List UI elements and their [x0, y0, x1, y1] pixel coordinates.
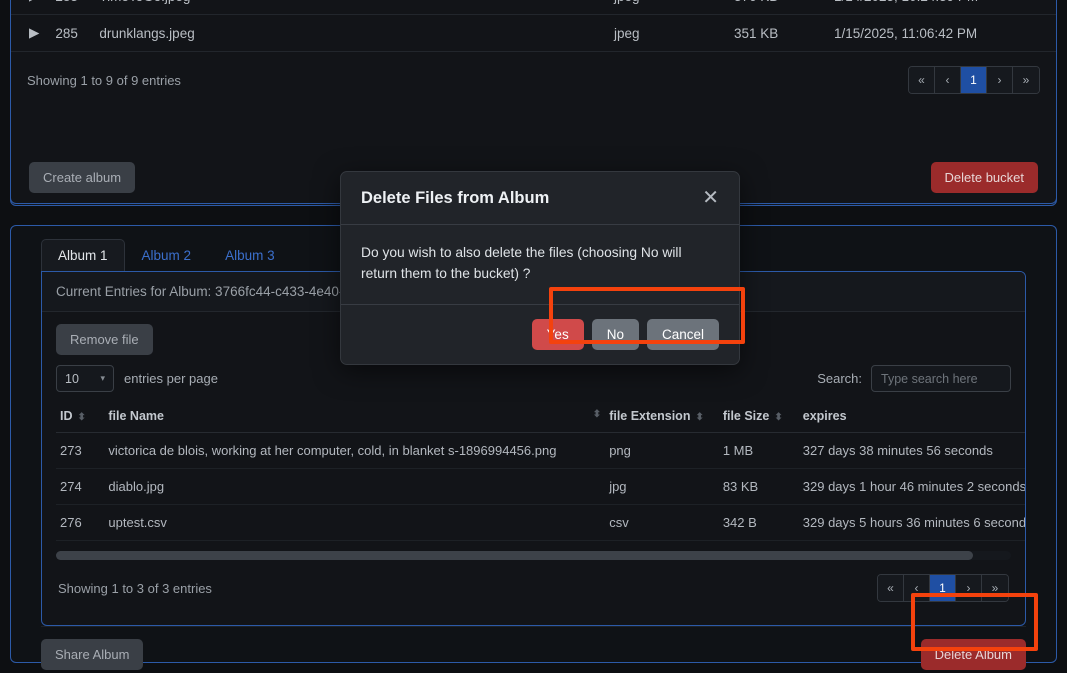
horizontal-scrollbar-thumb[interactable] [56, 551, 973, 560]
modal-title: Delete Files from Album [361, 188, 550, 207]
table-row[interactable]: ▶ 285 drunklangs.jpeg jpeg 351 KB 1/15/2… [11, 14, 1056, 52]
entries-per-page-select[interactable]: 10 ▾ [56, 365, 114, 392]
column-header-file-name-label: file Name [108, 409, 164, 423]
bucket-row-date: 1/15/2025, 11:06:42 PM [826, 14, 1056, 52]
album-table-footer: Showing 1 to 3 of 3 entries « ‹ 1 › » [42, 560, 1025, 612]
album-row-filename: uptest.csv [104, 504, 606, 541]
album-row-expires: 329 days 5 hours 36 minutes 6 seconds [798, 504, 1025, 541]
row-expand-caret-icon[interactable]: ▶ [11, 0, 48, 15]
modal-header: Delete Files from Album ✕ [341, 172, 739, 225]
column-header-file-size[interactable]: file Size ⬍ [718, 400, 799, 433]
sort-icon[interactable]: ⬍ [78, 412, 86, 423]
sort-icon[interactable]: ⬍ [593, 409, 601, 420]
album-showing-entries: Showing 1 to 3 of 3 entries [58, 580, 212, 596]
bucket-row-id: 285 [47, 14, 92, 52]
search-label: Search: [817, 371, 862, 386]
close-icon[interactable]: ✕ [702, 188, 719, 208]
bucket-table-body: ▶ 280 On-Line_Shooter.mp4 mp4 38 MB 1/14… [11, 0, 1056, 52]
delete-bucket-button[interactable]: Delete bucket [930, 161, 1038, 193]
bucket-row-filename-link[interactable]: TimeToGo.jpeg [91, 0, 606, 15]
album-table-scroll-area: ID ⬍ file Name ⬍ file Extension ⬍ file Size… [42, 400, 1025, 541]
modal-yes-button[interactable]: Yes [531, 318, 584, 350]
bucket-showing-entries: Showing 1 to 9 of 9 entries [27, 72, 181, 88]
entries-per-page-label: entries per page [124, 371, 218, 386]
album-row-extension: jpg [605, 468, 719, 505]
bucket-row-size: 351 KB [726, 14, 826, 52]
sort-icon[interactable]: ⬍ [695, 412, 703, 423]
column-header-id-label: ID [60, 409, 73, 423]
pagination-first-button[interactable]: « [878, 575, 904, 601]
bucket-pagination[interactable]: « ‹ 1 › » [908, 66, 1040, 94]
album-row-expires: 329 days 1 hour 46 minutes 2 seconds [798, 468, 1025, 505]
album-row-size: 83 KB [718, 468, 799, 505]
column-header-file-extension-label: file Extension [609, 409, 691, 423]
modal-body-text: Do you wish to also delete the files (ch… [341, 225, 739, 305]
pagination-first-button[interactable]: « [909, 67, 935, 93]
horizontal-scrollbar[interactable] [56, 551, 1011, 560]
album-row-id: 276 [56, 504, 105, 541]
album-table-head: ID ⬍ file Name ⬍ file Extension ⬍ file Size… [56, 400, 1025, 433]
chevron-down-icon: ▾ [100, 373, 105, 383]
album-table-body: 273 victorica de blois, working at her c… [56, 432, 1025, 541]
pagination-page-1[interactable]: 1 [961, 67, 987, 93]
album-pagination[interactable]: « ‹ 1 › » [877, 574, 1009, 602]
bucket-files-table: ▶ 280 On-Line_Shooter.mp4 mp4 38 MB 1/14… [11, 0, 1056, 52]
album-row-filename: diablo.jpg [104, 468, 606, 505]
column-header-expires[interactable]: expires⬍ [798, 400, 1025, 433]
search-input[interactable] [871, 365, 1011, 392]
column-header-id[interactable]: ID ⬍ [56, 400, 105, 433]
share-album-button[interactable]: Share Album [41, 639, 144, 670]
pagination-next-button[interactable]: › [987, 67, 1013, 93]
album-action-bar: Share Album Delete Album [41, 626, 1026, 670]
pagination-last-button[interactable]: » [1013, 67, 1039, 93]
bucket-table-footer: Showing 1 to 9 of 9 entries « ‹ 1 › » [11, 52, 1056, 106]
modal-cancel-button[interactable]: Cancel [646, 318, 719, 350]
pagination-page-1[interactable]: 1 [930, 575, 956, 601]
table-row[interactable]: 274 diablo.jpg jpg 83 KB 329 days 1 hour… [56, 468, 1025, 505]
bucket-row-size: 376 KB [726, 0, 826, 15]
search-group: Search: [817, 365, 1011, 392]
album-row-size: 1 MB [718, 432, 799, 469]
album-header-row: ID ⬍ file Name ⬍ file Extension ⬍ file Size… [56, 400, 1025, 433]
delete-album-button[interactable]: Delete Album [920, 639, 1026, 670]
column-header-expires-label: expires [802, 409, 847, 423]
album-row-id: 273 [56, 432, 105, 469]
bucket-row-extension: jpeg [606, 14, 726, 52]
row-expand-caret-icon[interactable]: ▶ [11, 14, 48, 52]
modal-no-button[interactable]: No [591, 318, 639, 350]
sort-icon[interactable]: ⬍ [774, 412, 782, 423]
modal-footer: Yes No Cancel [341, 304, 739, 364]
album-row-extension: png [605, 432, 719, 469]
pagination-next-button[interactable]: › [956, 575, 982, 601]
pagination-prev-button[interactable]: ‹ [935, 67, 961, 93]
table-row[interactable]: ▶ 283 TimeToGo.jpeg jpeg 376 KB 1/14/202… [11, 0, 1056, 15]
remove-file-button[interactable]: Remove file [56, 324, 153, 355]
album-row-size: 342 B [718, 504, 799, 541]
column-header-file-name[interactable]: file Name ⬍ [104, 400, 606, 433]
app-root: ▶ 280 On-Line_Shooter.mp4 mp4 38 MB 1/14… [0, 0, 1067, 673]
delete-files-modal: Delete Files from Album ✕ Do you wish to… [340, 171, 740, 365]
bucket-row-date: 1/14/2025, 10:24:39 PM [826, 0, 1056, 15]
album-files-table: ID ⬍ file Name ⬍ file Extension ⬍ file Size… [56, 400, 1025, 541]
tab-album-3[interactable]: Album 3 [208, 239, 292, 272]
column-header-file-size-label: file Size [722, 409, 770, 423]
column-header-file-extension[interactable]: file Extension ⬍ [605, 400, 719, 433]
bucket-row-extension: jpeg [606, 0, 726, 15]
create-album-button[interactable]: Create album [29, 161, 136, 193]
bucket-row-id: 283 [47, 0, 92, 15]
pagination-last-button[interactable]: » [982, 575, 1008, 601]
table-row[interactable]: 276 uptest.csv csv 342 B 329 days 5 hour… [56, 504, 1025, 541]
entries-per-page-value: 10 [65, 371, 79, 386]
table-row[interactable]: 273 victorica de blois, working at her c… [56, 432, 1025, 469]
album-row-filename: victorica de blois, working at her compu… [104, 432, 606, 469]
bucket-row-filename-link[interactable]: drunklangs.jpeg [91, 14, 606, 52]
album-row-extension: csv [605, 504, 719, 541]
pagination-prev-button[interactable]: ‹ [904, 575, 930, 601]
entries-per-page-group: 10 ▾ entries per page [56, 365, 218, 392]
tab-album-1[interactable]: Album 1 [41, 239, 125, 272]
album-row-id: 274 [56, 468, 105, 505]
tab-album-2[interactable]: Album 2 [125, 239, 209, 272]
album-row-expires: 327 days 38 minutes 56 seconds [798, 432, 1025, 469]
